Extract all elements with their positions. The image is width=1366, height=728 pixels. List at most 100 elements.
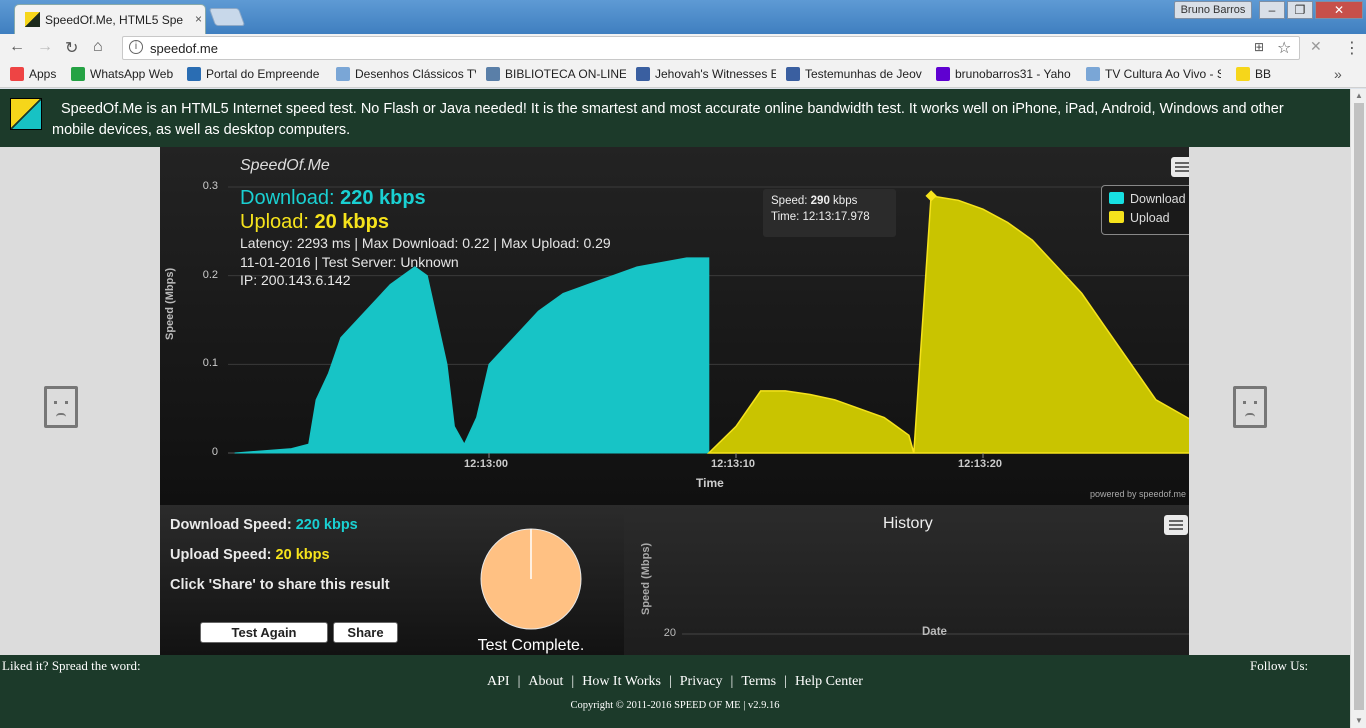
scroll-up-icon[interactable]: ▲ — [1355, 91, 1363, 100]
x-tick-label: 12:13:00 — [464, 458, 509, 470]
folder-icon — [336, 67, 350, 81]
forward-arrow-icon[interactable]: → — [37, 38, 53, 56]
broken-plugin-icon — [1233, 386, 1267, 428]
url-text: speedof.me — [150, 41, 218, 56]
tab-speedofme[interactable]: SpeedOf.Me, HTML5 Spe × — [14, 4, 206, 34]
bookmark-item[interactable]: Apps — [10, 67, 65, 81]
window-titlebar: SpeedOf.Me, HTML5 Spe × Bruno Barros – ❐… — [0, 0, 1366, 34]
x-tick-label: 12:13:20 — [958, 458, 1003, 470]
bookmarks-overflow-icon[interactable]: » — [1334, 66, 1342, 82]
progress-pie — [480, 528, 582, 630]
library-icon — [486, 67, 500, 81]
speed-chart: SpeedOf.Me Download: 220 kbps Upload: 20… — [160, 147, 1189, 505]
portal-icon — [187, 67, 201, 81]
result-summary-panel: Download Speed: 220 kbps Upload Speed: 2… — [160, 505, 438, 655]
bookmark-label: BIBLIOTECA ON-LINE — [505, 67, 626, 81]
y-tick-label: 0.3 — [202, 180, 218, 192]
footer-link-how-it-works[interactable]: How It Works — [582, 674, 661, 689]
site-banner: SpeedOf.Me is an HTML5 Internet speed te… — [0, 89, 1350, 147]
bookmark-item[interactable]: BIBLIOTECA ON-LINE — [486, 67, 626, 81]
powered-by: powered by speedof.me — [1090, 489, 1187, 499]
download-value: 220 kbps — [340, 187, 426, 209]
page-content: SpeedOf.Me is an HTML5 Internet speed te… — [0, 89, 1350, 728]
bookmark-item[interactable]: BB — [1236, 67, 1276, 81]
reload-icon[interactable]: ↻ — [65, 38, 78, 58]
y-tick-label: 0.1 — [202, 357, 218, 370]
history-title: History — [883, 515, 933, 532]
chart-tooltip: Speed: 290 kbps Time: 12:13:17.978 — [763, 189, 896, 237]
spread-the-word: Liked it? Spread the word: — [2, 658, 141, 673]
footer-link-help-center[interactable]: Help Center — [795, 674, 863, 689]
profile-button[interactable]: Bruno Barros — [1174, 1, 1252, 19]
progress-panel: Test Complete. — [438, 505, 624, 655]
footer-link-api[interactable]: API — [487, 674, 510, 689]
history-menu-button[interactable] — [1164, 515, 1188, 535]
bookmark-label: brunobarros31 - Yaho — [955, 67, 1071, 81]
bookmark-item[interactable]: Jehovah's Witnesses E — [636, 67, 776, 81]
bookmarks-bar: Apps WhatsApp Web Portal do Empreende Desen… — [0, 62, 1366, 88]
test-stats: Latency: 2293 ms | Max Download: 0.22 | … — [240, 234, 611, 290]
footer-link-privacy[interactable]: Privacy — [680, 674, 723, 689]
y-axis-label: Speed (Mbps) — [164, 267, 176, 340]
minimize-icon[interactable]: – — [1259, 1, 1285, 19]
banner-text: SpeedOf.Me is an HTML5 Internet speed te… — [52, 101, 1284, 138]
speedofme-favicon-icon — [25, 12, 40, 27]
new-tab-button[interactable] — [208, 8, 246, 26]
footer-link-about[interactable]: About — [528, 674, 563, 689]
test-again-button[interactable]: Test Again — [200, 622, 328, 643]
tab-close-icon[interactable]: × — [195, 12, 202, 26]
scroll-thumb[interactable] — [1354, 103, 1364, 710]
bookmark-star-icon[interactable]: ☆ — [1277, 38, 1291, 58]
footer-separator: | — [784, 674, 787, 689]
legend-download[interactable]: Download — [1109, 192, 1186, 206]
history-y-tick-label: 20 — [663, 627, 676, 639]
home-icon[interactable]: ⌂ — [93, 38, 103, 56]
maximize-icon[interactable]: ❐ — [1287, 1, 1313, 19]
footer-link-terms[interactable]: Terms — [741, 674, 776, 689]
download-result: Download: 220 kbps — [240, 187, 426, 210]
browser-toolbar: ← → ↻ ⌂ i speedof.me ⊞ ☆ — [0, 34, 1366, 62]
translate-icon[interactable]: ⊞ — [1254, 40, 1264, 54]
x-axis-label: Time — [696, 476, 724, 490]
scroll-down-icon[interactable]: ▼ — [1355, 716, 1363, 725]
jw-icon — [636, 67, 650, 81]
share-button[interactable]: Share — [333, 622, 398, 643]
copyright: Copyright © 2011-2016 SPEED OF ME | v2.9… — [570, 700, 780, 711]
bookmark-item[interactable]: Desenhos Clássicos TV — [336, 67, 476, 81]
page-scrollbar[interactable]: ▲ ▼ — [1350, 89, 1366, 728]
chart-title: SpeedOf.Me — [240, 157, 330, 174]
y-tick-label: 0.2 — [202, 268, 218, 281]
history-panel: History Speed (Mbps) Date 01020 Nov '15J… — [624, 505, 1189, 655]
site-info-icon[interactable]: i — [129, 40, 143, 54]
bookmark-item[interactable]: WhatsApp Web — [71, 67, 181, 81]
legend-upload[interactable]: Upload — [1109, 211, 1170, 225]
back-arrow-icon[interactable]: ← — [9, 38, 25, 56]
bookmark-item[interactable]: Testemunhas de Jeov — [786, 67, 926, 81]
chart-menu-button[interactable] — [1171, 157, 1189, 177]
tab-title: SpeedOf.Me, HTML5 Spe — [45, 13, 184, 27]
share-hint: Click 'Share' to share this result — [170, 577, 390, 593]
footer-separator: | — [571, 674, 575, 689]
browser-menu-icon[interactable]: ⋮ — [1344, 38, 1360, 58]
folder-icon — [1086, 67, 1100, 81]
y-tick-label: 0 — [211, 446, 218, 458]
bookmark-label: Desenhos Clássicos TV — [355, 67, 476, 81]
upload-result: Upload: 20 kbps — [240, 211, 389, 234]
stats-ip: IP: 200.143.6.142 — [240, 272, 351, 288]
summary-upload: Upload Speed: 20 kbps — [170, 547, 330, 563]
jw-icon — [786, 67, 800, 81]
bookmark-item[interactable]: Portal do Empreende — [187, 67, 325, 81]
footer-separator: | — [517, 674, 521, 689]
stats-latency: Latency: 2293 ms | Max Download: 0.22 | … — [240, 235, 611, 251]
history-x-axis-label: Date — [922, 626, 947, 638]
bookmark-label: Jehovah's Witnesses E — [655, 67, 776, 81]
window-close-icon[interactable]: ✕ — [1315, 1, 1363, 19]
bookmark-label: TV Cultura Ao Vivo - S — [1105, 67, 1221, 81]
extension-icon[interactable]: ✕ — [1310, 38, 1322, 55]
history-y-axis-label: Speed (Mbps) — [640, 542, 652, 615]
broken-plugin-icon — [44, 386, 78, 428]
bookmark-item[interactable]: TV Cultura Ao Vivo - S — [1086, 67, 1221, 81]
address-bar[interactable]: i speedof.me ⊞ ☆ — [122, 36, 1300, 60]
upload-label: Upload: — [240, 211, 309, 233]
bookmark-item[interactable]: brunobarros31 - Yaho — [936, 67, 1076, 81]
